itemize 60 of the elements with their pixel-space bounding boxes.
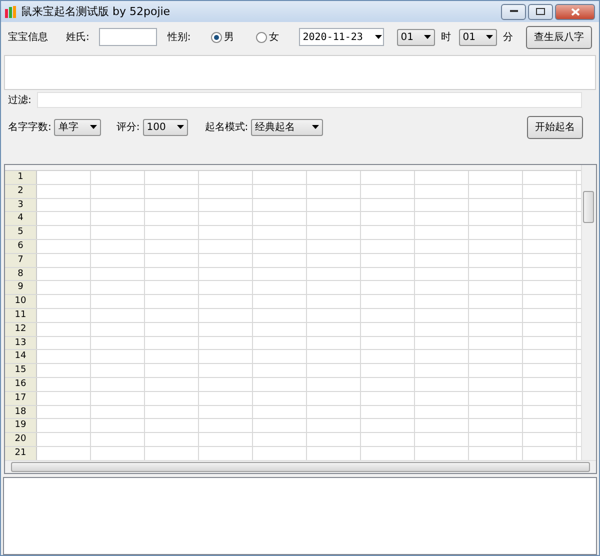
dropdown-arrow-icon [176,125,184,129]
row-header: 7 [5,254,37,267]
row-header: 9 [5,281,37,294]
dropdown-arrow-icon [90,125,98,129]
text-area[interactable] [4,55,596,90]
dropdown-arrow-icon [312,125,320,129]
app-logo-icon [5,6,17,18]
gender-radio[interactable]: 男 [210,30,234,44]
minimize-icon [510,10,518,13]
output-area[interactable] [3,477,597,555]
score-dropdown[interactable]: 100 [142,118,188,136]
filter-label: 过滤: [8,94,32,107]
vertical-scrollbar[interactable] [581,165,596,460]
row-header: 19 [5,419,37,432]
date-picker[interactable]: 2020-11-23 [298,28,384,46]
row-header: 5 [5,226,37,239]
row-header: 18 [5,406,37,418]
row-header: 4 [5,212,37,226]
surname-label: 姓氏: [66,30,90,44]
row-header: 21 [5,446,37,460]
row-header: 6 [5,240,37,253]
minute-label: 分 [502,31,513,44]
dropdown-arrow-icon [374,35,382,39]
bazi-button[interactable]: 查生辰八字 [526,26,592,48]
hour-dropdown[interactable]: 01 [396,28,435,46]
close-button[interactable] [555,4,595,20]
row-header: 10 [5,295,37,308]
name-length-label: 名字字数: [8,120,52,134]
surname-field[interactable] [99,28,158,46]
baby-info-label: 宝宝信息 [8,30,48,44]
gender-radio[interactable]: 女 [256,30,279,44]
start-naming-button[interactable]: 开始起名 [527,116,583,138]
row-header: 2 [5,184,37,198]
row-header: 16 [5,378,37,391]
row-header: 14 [5,350,37,364]
row-header: 12 [5,322,37,336]
row-header: 20 [5,433,37,446]
row-header: 8 [5,268,37,280]
score-label: 评分: [116,121,140,134]
minimize-button[interactable] [501,4,526,20]
minute-dropdown[interactable]: 01 [458,28,497,46]
filter-field[interactable] [37,92,582,108]
row-header: 1 [5,171,37,184]
row-header: 17 [5,392,37,405]
close-icon [570,8,580,16]
row-header: 13 [5,336,37,350]
row-header: 11 [5,308,37,322]
dropdown-arrow-icon [486,35,493,39]
dropdown-arrow-icon [424,35,431,39]
gender-label: 性别: [167,30,191,44]
hour-label: 时 [440,30,451,44]
window-title: 鼠来宝起名测试版 by 52pojie [21,4,172,19]
name-length-dropdown[interactable]: 单字 [54,118,102,136]
row-header: 15 [5,364,37,377]
maximize-icon [536,8,545,15]
row-header: 3 [5,198,37,212]
naming-mode-dropdown[interactable]: 经典起名 [251,118,324,136]
maximize-button[interactable] [528,4,553,20]
naming-mode-label: 起名模式: [204,120,248,134]
horizontal-scrollbar[interactable] [5,460,596,473]
